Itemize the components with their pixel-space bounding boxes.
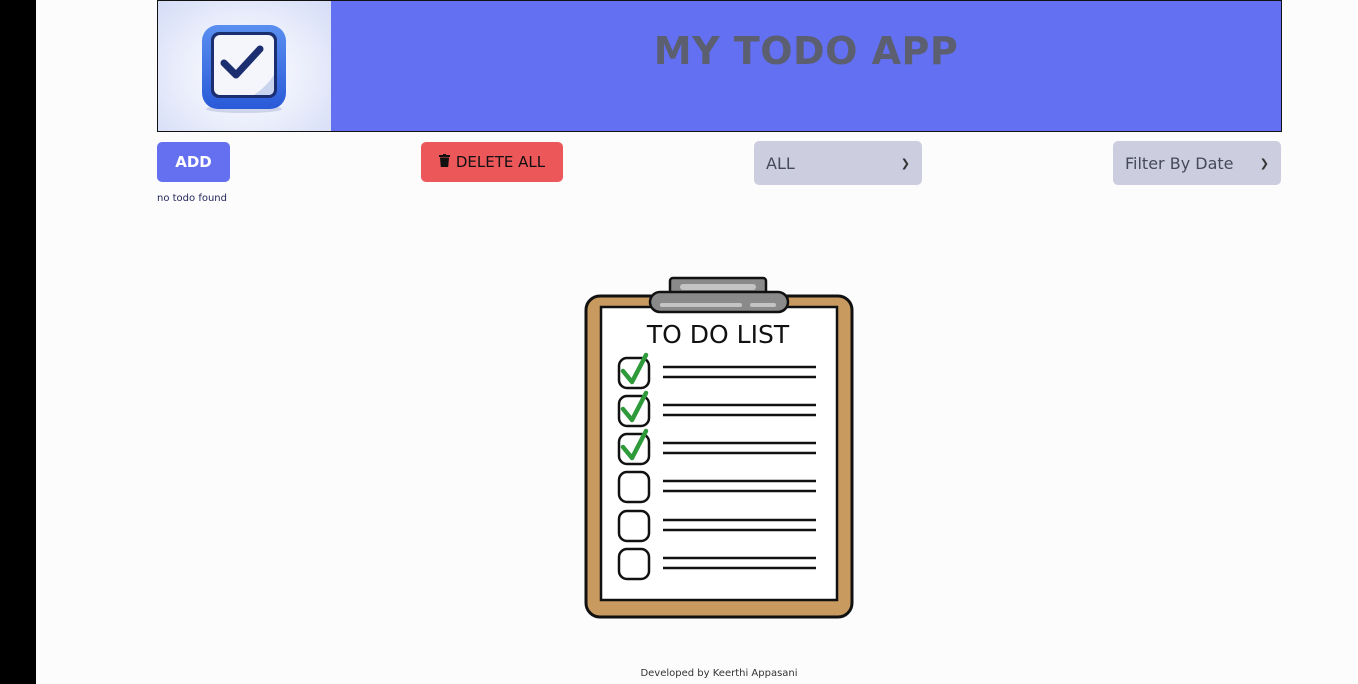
logo (158, 1, 331, 131)
status-filter-select[interactable]: ALL ❯ (754, 141, 922, 185)
status-filter-value: ALL (766, 153, 795, 173)
chevron-down-icon: ❯ (1259, 156, 1269, 170)
illustration-title: TO DO LIST (646, 320, 790, 349)
empty-state-message: no todo found (157, 193, 227, 204)
delete-all-label: DELETE ALL (455, 153, 546, 171)
date-filter-value: Filter By Date (1125, 153, 1234, 173)
footer-credit: Developed by Keerthi Appasani (640, 668, 798, 679)
todo-clipboard-illustration: TO DO LIST (580, 275, 860, 624)
delete-all-button[interactable]: DELETE ALL (421, 142, 563, 182)
footer: Developed by Keerthi Appasani (0, 668, 1358, 679)
date-filter-select[interactable]: Filter By Date ❯ (1113, 141, 1281, 185)
app-header: MY TODO APP (157, 0, 1282, 132)
chevron-down-icon: ❯ (900, 156, 910, 170)
add-button[interactable]: ADD (157, 142, 230, 182)
trash-icon (438, 153, 450, 171)
checkbox-logo-icon (202, 25, 286, 113)
left-edge-bar (0, 0, 36, 684)
page-title: MY TODO APP (653, 29, 959, 73)
